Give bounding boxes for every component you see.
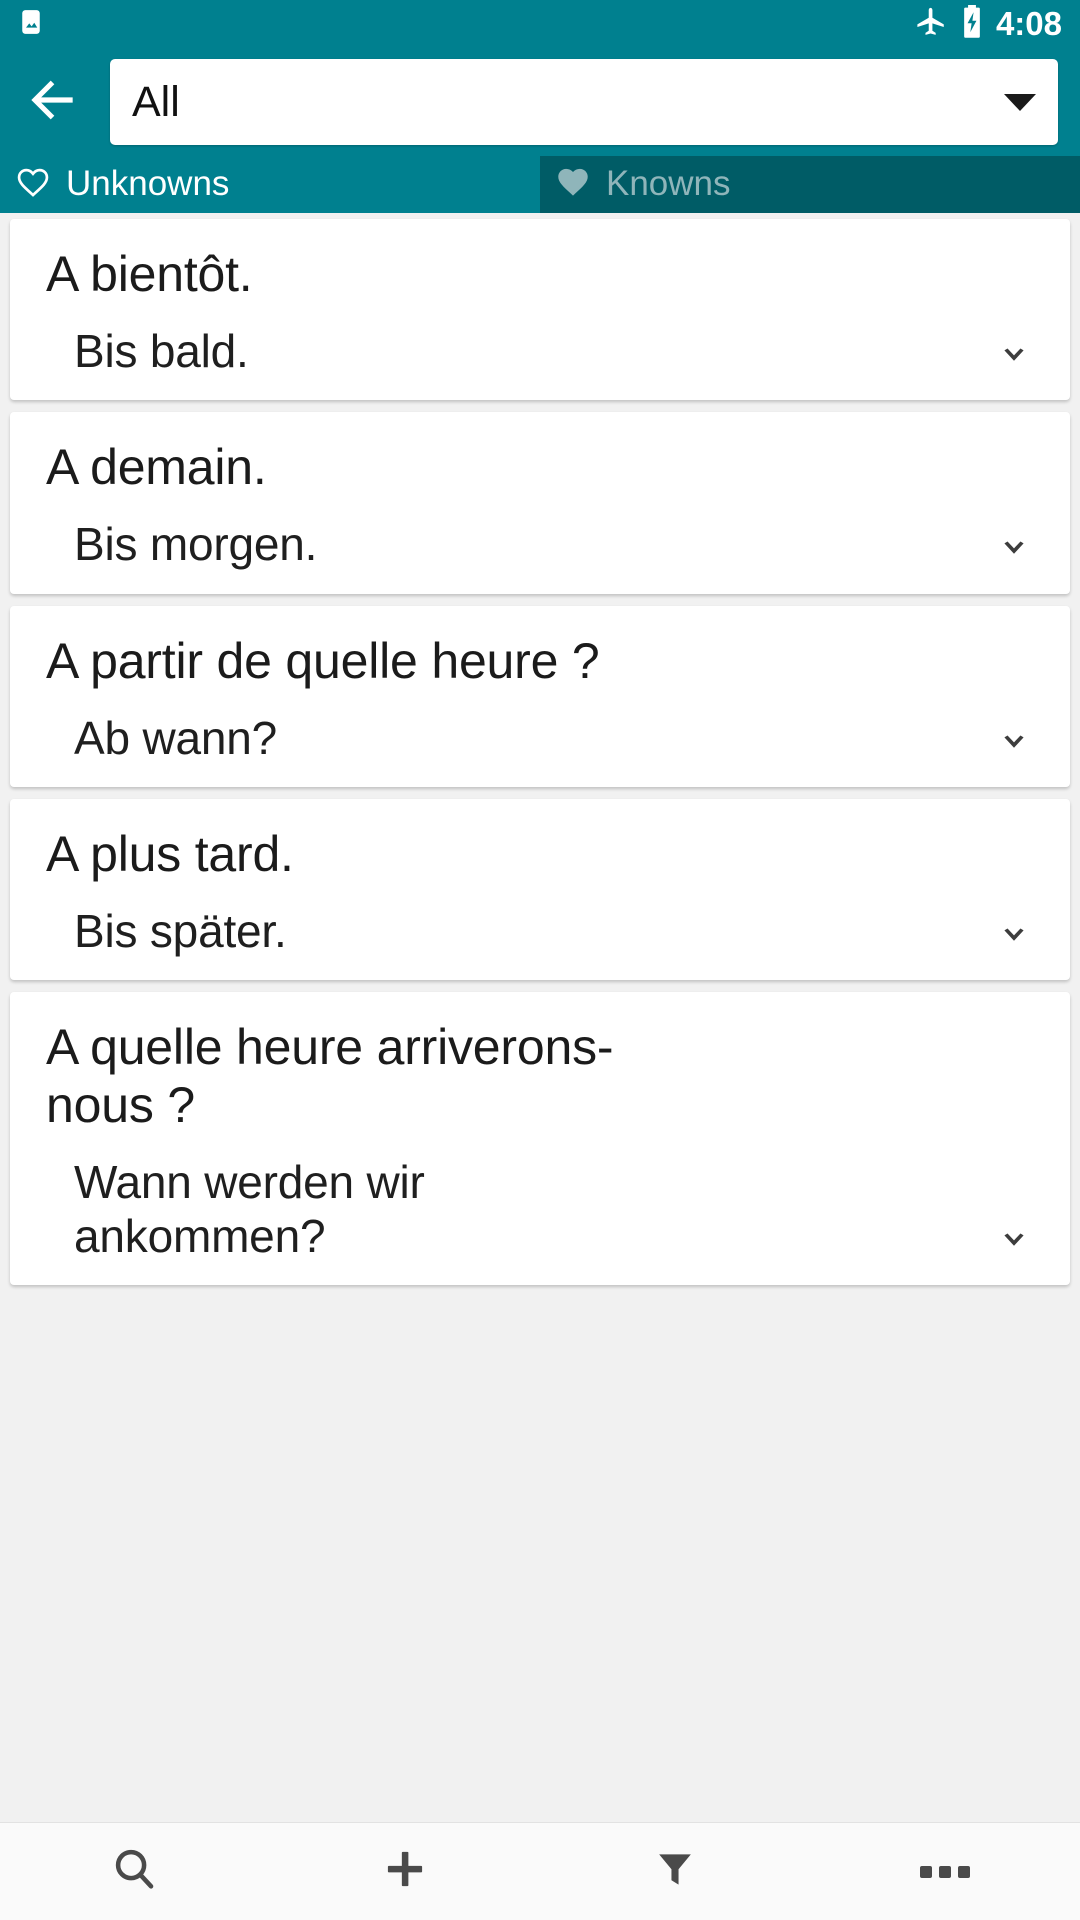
phrase-front: A plus tard.: [46, 826, 294, 883]
phrase-front: A partir de quelle heure ?: [46, 632, 600, 689]
status-bar-clock: 4:08: [995, 4, 1062, 42]
tab-unknowns[interactable]: Unknowns: [0, 156, 540, 213]
add-button[interactable]: [270, 1823, 540, 1920]
overflow-dots-icon: [920, 1865, 970, 1878]
expand-button[interactable]: [986, 717, 1042, 773]
category-spinner[interactable]: All: [110, 59, 1058, 145]
back-arrow-icon: [21, 69, 83, 136]
list-item[interactable]: A plus tard. Bis später.: [10, 799, 1070, 981]
list-item[interactable]: A bientôt. Bis bald.: [10, 219, 1070, 401]
status-bar-indicators: 4:08: [914, 4, 1062, 44]
filter-funnel-icon: [650, 1844, 700, 1899]
chevron-down-icon: [989, 524, 1039, 579]
heart-filled-icon: [554, 163, 592, 206]
phrase-front: A demain.: [46, 439, 267, 496]
search-button[interactable]: [0, 1823, 270, 1920]
chevron-down-icon: [989, 331, 1039, 386]
list-item[interactable]: A quelle heure arriverons-nous ? Wann we…: [10, 992, 1070, 1286]
airplane-mode-icon: [914, 5, 948, 44]
status-bar: 4:08: [0, 0, 1080, 48]
phrase-back: Bis morgen.: [74, 518, 318, 571]
chevron-down-icon: [989, 911, 1039, 966]
more-button[interactable]: [810, 1823, 1080, 1920]
phrase-front: A quelle heure arriverons-nous ?: [46, 1019, 614, 1134]
top-app-bar: All: [0, 48, 1080, 156]
phrase-list[interactable]: A bientôt. Bis bald. A demain. Bis morge…: [0, 213, 1080, 1822]
expand-button[interactable]: [986, 1215, 1042, 1271]
expand-button[interactable]: [986, 910, 1042, 966]
spinner-selected-value: All: [132, 80, 180, 124]
battery-charging-icon: [960, 4, 984, 44]
tab-knowns-label: Knowns: [606, 163, 731, 203]
chevron-down-icon: [989, 1216, 1039, 1271]
status-bar-notifications: [16, 7, 46, 42]
expand-button[interactable]: [986, 330, 1042, 386]
list-item[interactable]: A partir de quelle heure ? Ab wann?: [10, 605, 1070, 788]
tab-bar: Unknowns Knowns: [0, 156, 1080, 213]
dropdown-caret-icon: [1004, 93, 1036, 111]
bottom-toolbar: [0, 1822, 1080, 1920]
app-root: 4:08 All Unknowns Knowns A bientôt. Bis …: [0, 0, 1080, 1920]
tab-knowns[interactable]: Knowns: [540, 156, 1080, 213]
phrase-back: Bis später.: [74, 905, 287, 958]
phrase-front: A bientôt.: [46, 246, 253, 302]
phrase-back: Ab wann?: [74, 711, 277, 764]
search-icon: [109, 1843, 161, 1900]
chevron-down-icon: [989, 718, 1039, 773]
back-button[interactable]: [10, 60, 94, 144]
expand-button[interactable]: [986, 524, 1042, 580]
image-icon: [16, 7, 46, 42]
phrase-back: Wann werden wir ankommen?: [74, 1156, 425, 1262]
tab-unknowns-label: Unknowns: [66, 163, 230, 203]
heart-outline-icon: [14, 163, 52, 206]
phrase-back: Bis bald.: [74, 325, 249, 377]
filter-button[interactable]: [540, 1823, 810, 1920]
list-item[interactable]: A demain. Bis morgen.: [10, 412, 1070, 594]
plus-icon: [378, 1842, 432, 1901]
